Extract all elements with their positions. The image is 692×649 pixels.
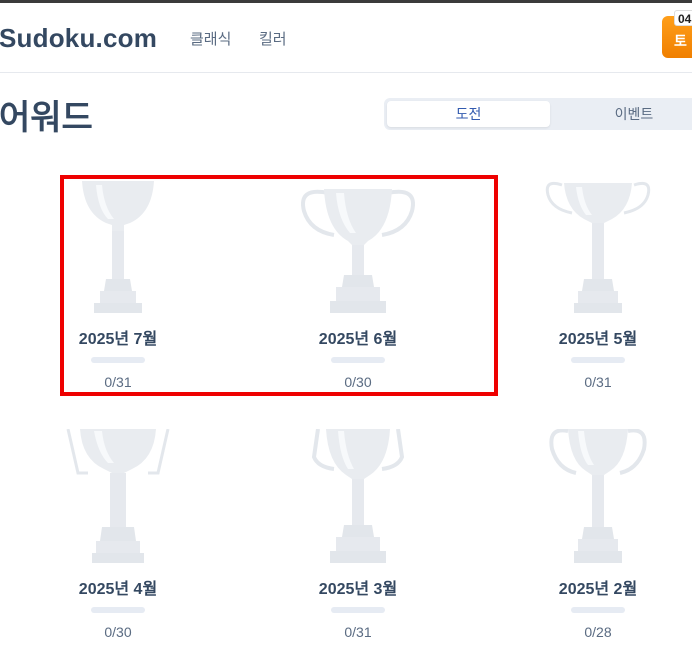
trophy-icon xyxy=(82,181,154,313)
award-progress: 0/31 xyxy=(344,624,372,640)
page-title: 어워드 xyxy=(0,99,93,137)
award-card[interactable]: 2025년 6월 0/30 xyxy=(278,179,438,399)
award-month: 2025년 2월 xyxy=(558,581,638,598)
award-progress-bar xyxy=(331,607,385,613)
tab-events[interactable]: 이벤트 xyxy=(554,101,692,127)
tab-challenge[interactable]: 도전 xyxy=(387,101,550,127)
award-progress-bar xyxy=(91,357,145,363)
nav-classic[interactable]: 클래식 xyxy=(190,28,231,49)
award-progress-bar xyxy=(571,357,625,363)
site-logo[interactable]: Sudoku.com xyxy=(0,23,157,54)
award-progress-bar xyxy=(571,607,625,613)
trophy-icon xyxy=(545,181,651,313)
award-card[interactable]: 2025년 7월 0/31 xyxy=(38,179,198,399)
award-progress-bar xyxy=(331,357,385,363)
award-month: 2025년 6월 xyxy=(318,331,398,348)
award-month: 2025년 7월 xyxy=(78,331,158,348)
trophy-icon xyxy=(311,429,405,563)
award-month: 2025년 4월 xyxy=(78,581,158,598)
award-progress: 0/30 xyxy=(344,374,372,390)
award-progress: 0/28 xyxy=(584,624,612,640)
nav-killer[interactable]: 킬러 xyxy=(259,28,287,49)
award-card[interactable]: 2025년 2월 0/28 xyxy=(518,429,678,649)
award-card[interactable]: 2025년 3월 0/31 xyxy=(278,429,438,649)
trophy-icon xyxy=(301,189,415,313)
award-progress: 0/31 xyxy=(584,374,612,390)
promo-label: 토 xyxy=(674,33,687,49)
trophy-icon xyxy=(66,429,170,563)
award-month: 2025년 3월 xyxy=(318,581,398,598)
award-card[interactable]: 2025년 4월 0/30 xyxy=(38,429,198,649)
award-tabs: 도전 이벤트 xyxy=(384,98,692,130)
award-progress: 0/30 xyxy=(104,624,132,640)
award-card[interactable]: 2025년 5월 0/31 xyxy=(518,179,678,399)
award-progress-bar xyxy=(91,607,145,613)
site-header: Sudoku.com 클래식 킬러 토 04 xyxy=(0,3,692,73)
trophy-icon xyxy=(549,429,647,563)
promo-badge: 04 xyxy=(674,10,692,26)
award-progress: 0/31 xyxy=(104,374,132,390)
award-month: 2025년 5월 xyxy=(558,331,638,348)
